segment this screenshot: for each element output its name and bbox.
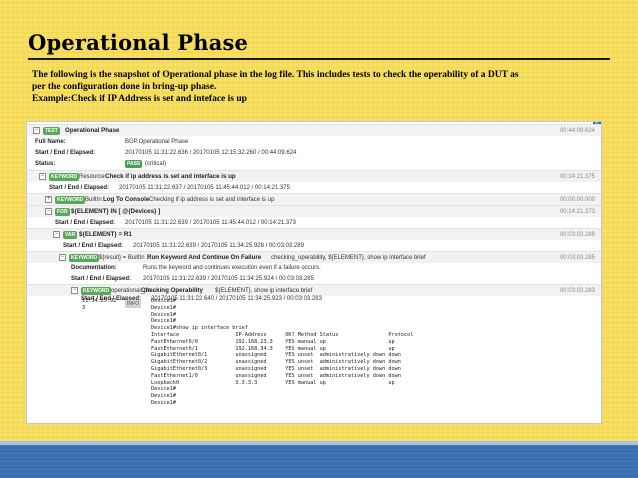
- status-label: Status:: [35, 161, 56, 167]
- keyword-badge: KEYWORD: [49, 173, 80, 181]
- body-line: The following is the snapshot of Operati…: [32, 70, 519, 80]
- collapse-toggle-icon[interactable]: −: [45, 208, 52, 215]
- expand-toggle-icon[interactable]: +: [45, 196, 52, 203]
- message-timestamp: 11:34:25.92 3: [82, 298, 116, 312]
- title-underline: [28, 58, 610, 60]
- keyword-badge: KEYWORD: [55, 196, 86, 204]
- for-loop-row[interactable]: − FOR ${ELEMENT} IN [ @{Devices} ] 00:14…: [27, 205, 601, 217]
- test-header-row[interactable]: − TEST Operational Phase 00:44:09.624: [27, 124, 601, 136]
- keyword-check-row[interactable]: − KEYWORD Resource . Check if ip address…: [27, 170, 601, 182]
- var-badge: VAR: [63, 231, 78, 239]
- slide-title: Operational Phase: [28, 30, 249, 55]
- collapse-toggle-icon[interactable]: −: [53, 231, 60, 238]
- for-badge: FOR: [55, 208, 70, 216]
- message-text: Device1# Device1# Device1# Device1# Devi…: [151, 298, 414, 406]
- status-pass-badge: PASS: [125, 160, 143, 168]
- body-line: per the configuration done in bring-up p…: [32, 82, 217, 92]
- body-line: Example:Check if IP Address is set and i…: [32, 94, 247, 104]
- collapse-toggle-icon[interactable]: −: [33, 127, 40, 134]
- keyword-badge: KEYWORD: [69, 254, 100, 262]
- timestamp-line: 11:34:25.92: [82, 298, 117, 304]
- status-extra: (critical): [145, 161, 166, 167]
- var-row[interactable]: − VAR ${ELEMENT} = R1 00:03:03.289: [27, 228, 601, 240]
- info-level-badge: INFO: [125, 300, 141, 308]
- keyword-badge: KEYWORD: [81, 287, 112, 295]
- slide-body-text: The following is the snapshot of Operati…: [32, 69, 612, 105]
- collapse-toggle-icon[interactable]: −: [71, 287, 78, 294]
- test-badge: TEST: [43, 127, 60, 135]
- log-message: 11:34:25.92 3 INFO Device1# Device1# Dev…: [27, 297, 601, 423]
- collapse-toggle-icon[interactable]: −: [39, 173, 46, 180]
- collapse-toggle-icon[interactable]: −: [59, 254, 66, 261]
- log-screenshot-panel: R − TEST Operational Phase 00:44:09.624 …: [26, 121, 602, 424]
- keyword-log-row[interactable]: + KEYWORD BuiltIn . Log To Console Check…: [27, 193, 601, 205]
- timestamp-line: 3: [82, 304, 86, 311]
- footer-band: [0, 445, 638, 478]
- status-row: Status: PASS (critical): [27, 158, 601, 170]
